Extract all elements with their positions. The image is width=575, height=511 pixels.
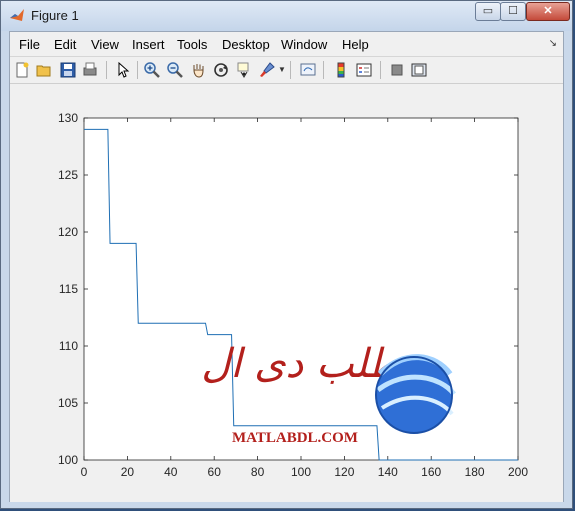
plot-area: 0 20 40 60 80 100 120 140 160 180 200 100 105 110 115…: [10, 84, 563, 502]
rotate-3d-icon[interactable]: [212, 61, 230, 79]
y-tick-label: 130: [58, 111, 78, 125]
menu-insert[interactable]: Insert: [132, 37, 165, 52]
x-tick-label: 200: [508, 465, 528, 479]
zoom-in-icon[interactable]: [143, 61, 161, 79]
figure-toolbar: ▼: [10, 57, 563, 84]
x-tick-label: 140: [378, 465, 398, 479]
menu-window[interactable]: Window: [281, 37, 327, 52]
brush-dropdown-arrow-icon[interactable]: ▼: [278, 65, 286, 74]
link-plot-icon[interactable]: [299, 61, 317, 79]
hide-plot-tools-icon[interactable]: [388, 61, 406, 79]
toolbar-separator: [106, 61, 107, 79]
menu-tools[interactable]: Tools: [177, 37, 207, 52]
menubar-dock-arrow-icon[interactable]: ↘: [549, 38, 557, 49]
y-tick-label: 100: [58, 453, 78, 467]
open-file-icon[interactable]: [35, 61, 53, 79]
y-tick-label: 120: [58, 225, 78, 239]
y-tick-label: 125: [58, 168, 78, 182]
edit-plot-arrow-icon[interactable]: [114, 61, 132, 79]
toolbar-separator: [137, 61, 138, 79]
x-tick-label: 60: [208, 465, 222, 479]
show-plot-tools-icon[interactable]: [410, 61, 428, 79]
menu-view[interactable]: View: [91, 37, 119, 52]
menu-desktop[interactable]: Desktop: [222, 37, 270, 52]
x-tick-label: 80: [251, 465, 265, 479]
menu-bar: File Edit View Insert Tools Desktop Wind…: [10, 32, 563, 57]
data-cursor-icon[interactable]: [235, 61, 253, 79]
colorbar-icon[interactable]: [332, 61, 350, 79]
print-icon[interactable]: [81, 61, 99, 79]
zoom-out-icon[interactable]: [166, 61, 184, 79]
x-tick-label: 0: [81, 465, 88, 479]
line-chart[interactable]: 0 20 40 60 80 100 120 140 160 180 200 100 105 110 115…: [10, 84, 563, 502]
toolbar-separator: [380, 61, 381, 79]
y-tick-label: 110: [59, 339, 78, 353]
legend-icon[interactable]: [355, 61, 373, 79]
x-tick-label: 120: [334, 465, 354, 479]
axes-background[interactable]: [83, 117, 519, 461]
figure-window: Figure 1 ▭ ☐ ✕ File Edit View Insert Too…: [0, 0, 573, 509]
toolbar-separator: [323, 61, 324, 79]
matlab-logo-icon: [10, 9, 24, 21]
x-tick-label: 160: [421, 465, 441, 479]
toolbar-separator: [290, 61, 291, 79]
close-button[interactable]: ✕: [526, 2, 570, 21]
brush-icon[interactable]: [258, 61, 276, 79]
x-tick-label: 180: [465, 465, 485, 479]
x-tick-label: 20: [121, 465, 135, 479]
menu-edit[interactable]: Edit: [54, 37, 76, 52]
window-title: Figure 1: [31, 8, 79, 23]
title-bar[interactable]: Figure 1 ▭ ☐ ✕: [1, 1, 572, 31]
x-tick-label: 40: [164, 465, 178, 479]
minimize-button[interactable]: ▭: [475, 2, 501, 21]
save-icon[interactable]: [59, 61, 77, 79]
menu-file[interactable]: File: [19, 37, 40, 52]
watermark-globe-icon: [375, 354, 456, 434]
y-tick-label: 115: [59, 282, 78, 296]
figure-client-area: File Edit View Insert Tools Desktop Wind…: [9, 31, 564, 502]
y-tick-label: 105: [58, 396, 78, 410]
maximize-button[interactable]: ☐: [500, 2, 526, 21]
new-figure-icon[interactable]: [13, 61, 31, 79]
x-tick-label: 100: [291, 465, 311, 479]
menu-help[interactable]: Help: [342, 37, 369, 52]
watermark-latin-text: MATLABDL.COM: [232, 430, 358, 446]
pan-hand-icon[interactable]: [189, 61, 207, 79]
